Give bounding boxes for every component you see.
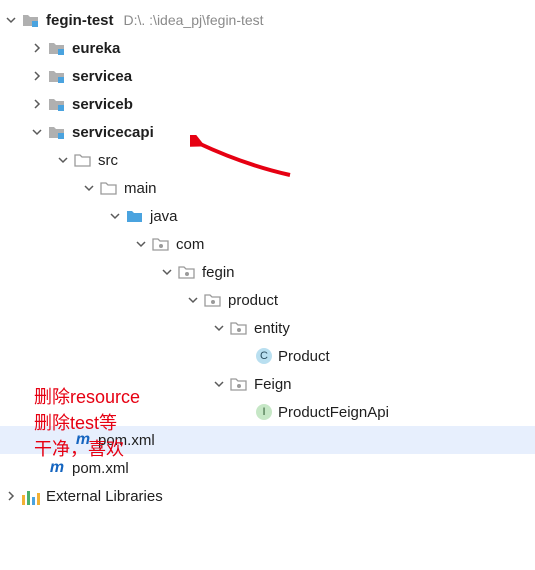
node-label: ProductFeignApi (278, 404, 389, 421)
annotation-text: 删除resource 删除test等 干净，喜欢 (34, 384, 140, 462)
module-folder-icon (48, 123, 66, 141)
module-folder-icon (22, 11, 40, 29)
node-label: pom.xml (72, 460, 129, 477)
node-servicea[interactable]: servicea (0, 62, 535, 90)
interface-icon: I (256, 404, 272, 420)
node-root[interactable]: fegin-test D:\. :\idea_pj\fegin-test (0, 6, 535, 34)
node-com[interactable]: com (0, 230, 535, 258)
node-label: main (124, 180, 157, 197)
chevron-down-icon[interactable] (134, 237, 148, 251)
node-label: External Libraries (46, 488, 163, 505)
node-label: serviceb (72, 96, 133, 113)
node-serviceb[interactable]: serviceb (0, 90, 535, 118)
node-product-class[interactable]: C Product (0, 342, 535, 370)
node-label: servicecapi (72, 124, 154, 141)
module-folder-icon (48, 39, 66, 57)
chevron-down-icon[interactable] (30, 125, 44, 139)
node-label: servicea (72, 68, 132, 85)
node-eureka[interactable]: eureka (0, 34, 535, 62)
package-icon (230, 375, 248, 393)
chevron-down-icon[interactable] (108, 209, 122, 223)
library-icon (22, 487, 40, 505)
node-external-libraries[interactable]: External Libraries (0, 482, 535, 510)
source-folder-icon (126, 207, 144, 225)
node-label: src (98, 152, 118, 169)
node-label: Feign (254, 376, 292, 393)
class-icon: C (256, 348, 272, 364)
node-label: Product (278, 348, 330, 365)
chevron-down-icon[interactable] (4, 13, 18, 27)
chevron-down-icon[interactable] (212, 321, 226, 335)
module-folder-icon (48, 67, 66, 85)
package-icon (230, 319, 248, 337)
annotation-line: 干净，喜欢 (34, 436, 140, 462)
node-label: fegin-test (46, 12, 114, 29)
module-folder-icon (48, 95, 66, 113)
chevron-down-icon[interactable] (82, 181, 96, 195)
chevron-right-icon[interactable] (30, 69, 44, 83)
node-label: entity (254, 320, 290, 337)
package-icon (204, 291, 222, 309)
chevron-down-icon[interactable] (186, 293, 200, 307)
chevron-right-icon[interactable] (30, 41, 44, 55)
node-path: D:\. :\idea_pj\fegin-test (124, 12, 264, 28)
node-src[interactable]: src (0, 146, 535, 174)
folder-icon (74, 151, 92, 169)
node-label: com (176, 236, 204, 253)
annotation-line: 删除resource (34, 384, 140, 410)
node-java[interactable]: java (0, 202, 535, 230)
chevron-down-icon[interactable] (56, 153, 70, 167)
node-label: java (150, 208, 178, 225)
node-product[interactable]: product (0, 286, 535, 314)
node-main[interactable]: main (0, 174, 535, 202)
node-label: eureka (72, 40, 120, 57)
chevron-right-icon[interactable] (4, 489, 18, 503)
node-servicecapi[interactable]: servicecapi (0, 118, 535, 146)
folder-icon (100, 179, 118, 197)
package-icon (178, 263, 196, 281)
chevron-down-icon[interactable] (160, 265, 174, 279)
chevron-right-icon[interactable] (30, 97, 44, 111)
node-label: fegin (202, 264, 235, 281)
node-fegin[interactable]: fegin (0, 258, 535, 286)
chevron-down-icon[interactable] (212, 377, 226, 391)
annotation-line: 删除test等 (34, 410, 140, 436)
node-label: product (228, 292, 278, 309)
node-entity[interactable]: entity (0, 314, 535, 342)
package-icon (152, 235, 170, 253)
